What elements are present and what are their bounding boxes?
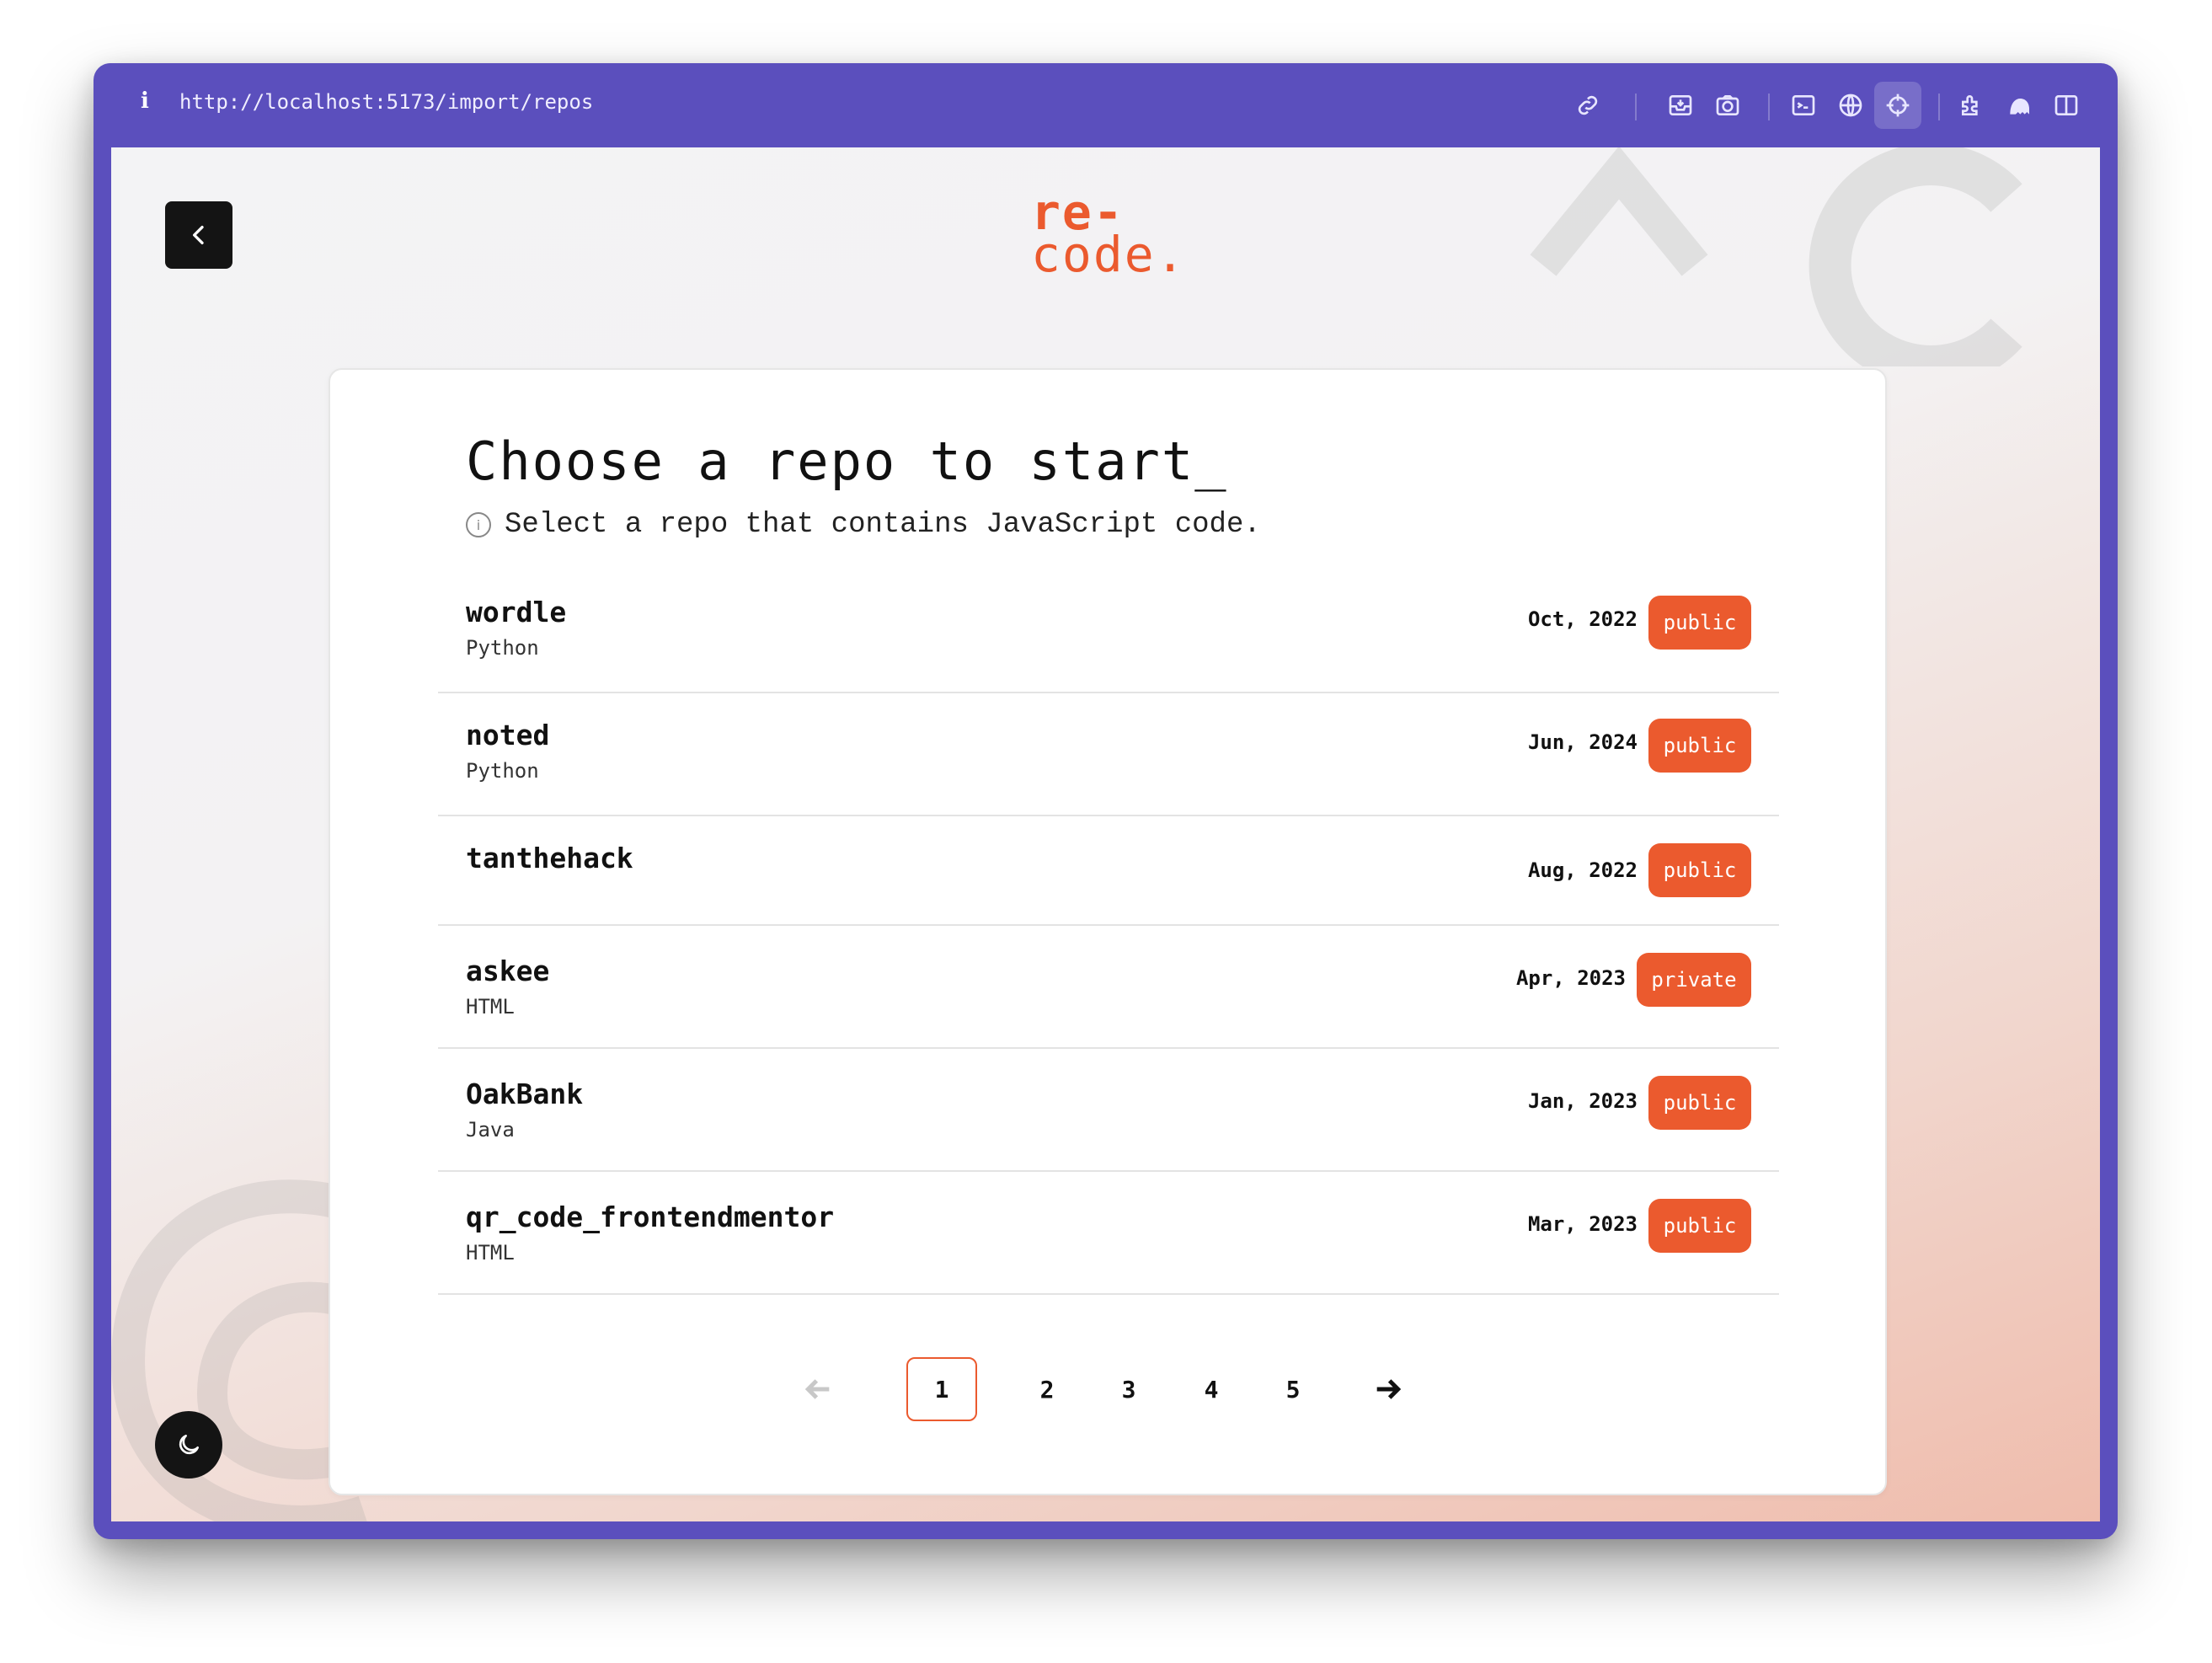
- terminal-icon[interactable]: [1788, 90, 1819, 120]
- info-circle-icon: i: [466, 512, 491, 537]
- repo-date: Oct, 2022: [1527, 607, 1638, 631]
- repo-row[interactable]: qr_code_frontendmentor HTML Mar, 2023 pu…: [438, 1172, 1779, 1295]
- page-button-5[interactable]: 5: [1258, 1357, 1328, 1421]
- sidebar-icon[interactable]: [2051, 90, 2081, 120]
- page-viewport: re- code. Choose a repo to start_ i Sele…: [111, 147, 2100, 1521]
- toolbar-divider: [1768, 94, 1770, 120]
- next-page-button[interactable]: [1353, 1357, 1424, 1421]
- arrow-right-icon: [1376, 1379, 1402, 1399]
- repo-language: HTML: [466, 1241, 515, 1265]
- ghost-icon[interactable]: [2004, 90, 2034, 120]
- toolbar-divider: [1938, 94, 1940, 120]
- repo-name: wordle: [466, 596, 567, 628]
- prev-page-button[interactable]: [783, 1357, 853, 1421]
- repo-date: Mar, 2023: [1527, 1212, 1638, 1236]
- repo-language: HTML: [466, 995, 515, 1019]
- logo-line-2: code.: [1031, 226, 1187, 283]
- repo-picker-card: Choose a repo to start_ i Select a repo …: [329, 368, 1887, 1495]
- crosshair-icon[interactable]: [1874, 82, 1921, 129]
- address-bar[interactable]: http://localhost:5173/import/repos: [179, 90, 593, 114]
- repo-row[interactable]: noted Python Jun, 2024 public: [438, 693, 1779, 816]
- repo-language: Python: [466, 636, 539, 660]
- repo-row[interactable]: OakBank Java Jan, 2023 public: [438, 1049, 1779, 1172]
- visibility-badge: private: [1637, 953, 1751, 1007]
- visibility-badge: public: [1648, 1076, 1751, 1130]
- repo-date: Apr, 2023: [1515, 966, 1626, 990]
- repo-name: noted: [466, 719, 550, 751]
- repo-row[interactable]: tanthehack Aug, 2022 public: [438, 816, 1779, 926]
- page-button-3[interactable]: 3: [1093, 1357, 1164, 1421]
- subtitle: i Select a repo that contains JavaScript…: [466, 509, 1261, 541]
- arrow-left-icon: [804, 1379, 830, 1399]
- theme-toggle-button[interactable]: [155, 1411, 222, 1479]
- inbox-icon[interactable]: [1665, 90, 1696, 120]
- repo-name: askee: [466, 954, 550, 987]
- visibility-badge: public: [1648, 596, 1751, 650]
- repo-list: wordle Python Oct, 2022 public noted Pyt…: [438, 570, 1779, 1295]
- page-title: Choose a repo to start_: [466, 430, 1228, 492]
- logo[interactable]: re- code.: [1031, 188, 1187, 283]
- repo-row[interactable]: askee HTML Apr, 2023 private: [438, 926, 1779, 1049]
- camera-icon[interactable]: [1712, 90, 1743, 120]
- repo-date: Aug, 2022: [1527, 858, 1638, 882]
- back-button[interactable]: [165, 201, 232, 269]
- page-button-2[interactable]: 2: [1012, 1357, 1082, 1421]
- toolbar-divider: [1635, 94, 1637, 120]
- repo-language: Java: [466, 1118, 515, 1142]
- chevron-left-icon: [193, 226, 204, 244]
- globe-icon[interactable]: [1835, 90, 1866, 120]
- browser-toolbar: i http://localhost:5173/import/repos: [94, 63, 2118, 147]
- pagination: 1 2 3 4 5: [330, 1357, 1885, 1425]
- visibility-badge: public: [1648, 1199, 1751, 1253]
- repo-date: Jan, 2023: [1527, 1089, 1638, 1113]
- visibility-badge: public: [1648, 843, 1751, 897]
- decorative-caret-shape: [1530, 147, 1708, 276]
- repo-name: OakBank: [466, 1077, 584, 1110]
- page-button-4[interactable]: 4: [1176, 1357, 1247, 1421]
- repo-row[interactable]: wordle Python Oct, 2022 public: [438, 570, 1779, 693]
- repo-date: Jun, 2024: [1527, 730, 1638, 754]
- repo-name: qr_code_frontendmentor: [466, 1200, 835, 1233]
- repo-name: tanthehack: [466, 842, 633, 874]
- moon-icon: [179, 1435, 199, 1455]
- decorative-c-shape: [1809, 147, 2022, 366]
- repo-language: Python: [466, 759, 539, 783]
- browser-window: i http://localhost:5173/import/repos re-…: [94, 63, 2118, 1539]
- extension-icon[interactable]: [1957, 90, 1987, 120]
- visibility-badge: public: [1648, 719, 1751, 773]
- subtitle-text: Select a repo that contains JavaScript c…: [505, 509, 1261, 541]
- page-button-1[interactable]: 1: [906, 1357, 977, 1421]
- link-icon[interactable]: [1573, 90, 1603, 120]
- info-icon[interactable]: i: [141, 88, 149, 114]
